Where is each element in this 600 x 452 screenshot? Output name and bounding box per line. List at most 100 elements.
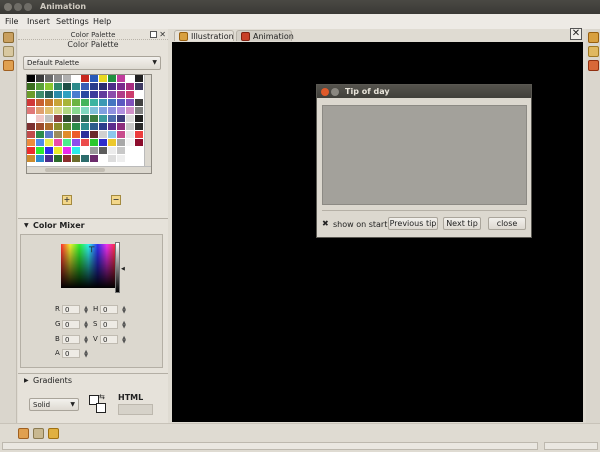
- palette-swatch[interactable]: [90, 99, 99, 107]
- palette-swatch[interactable]: [126, 99, 135, 107]
- palette-swatch[interactable]: [54, 123, 63, 131]
- hue-saturation-picker[interactable]: ┬: [61, 244, 116, 288]
- sheet-mode-icon[interactable]: [588, 60, 599, 71]
- illustration-mode-icon[interactable]: [588, 32, 599, 43]
- palette-swatch[interactable]: [108, 131, 117, 139]
- palette-swatch[interactable]: [90, 75, 99, 83]
- palette-swatch[interactable]: [63, 99, 72, 107]
- b-spinbox[interactable]: 0 ▲ ▼: [62, 335, 88, 345]
- palette-swatch[interactable]: [90, 131, 99, 139]
- palette-swatch[interactable]: [99, 155, 108, 163]
- palette-swatch[interactable]: [63, 115, 72, 123]
- palette-swatch[interactable]: [108, 115, 117, 123]
- maximize-window-button[interactable]: [24, 3, 32, 11]
- v-spinbox[interactable]: 0 ▲ ▼: [100, 335, 126, 345]
- slider-handle-icon[interactable]: ◀: [121, 266, 125, 272]
- html-color-input[interactable]: [118, 404, 153, 415]
- palette-swatch[interactable]: [117, 147, 126, 155]
- palette-swatch[interactable]: [27, 139, 36, 147]
- palette-swatch[interactable]: [90, 139, 99, 147]
- palette-swatch[interactable]: [117, 107, 126, 115]
- palette-swatch[interactable]: [99, 147, 108, 155]
- tab-animation[interactable]: Animation: [236, 30, 294, 41]
- palette-swatch[interactable]: [108, 147, 117, 155]
- palette-swatch[interactable]: [54, 147, 63, 155]
- add-color-button[interactable]: +: [62, 195, 72, 205]
- palette-swatch[interactable]: [27, 107, 36, 115]
- close-dock-icon[interactable]: ✕: [159, 30, 166, 39]
- palette-swatch[interactable]: [135, 83, 144, 91]
- palette-swatch[interactable]: [36, 83, 45, 91]
- palette-swatch-grid[interactable]: [26, 74, 152, 174]
- palette-swatch[interactable]: [135, 147, 144, 155]
- color-mixer-header[interactable]: ▼ Color Mixer: [18, 218, 168, 232]
- palette-tool-icon[interactable]: [3, 32, 14, 43]
- palette-swatch[interactable]: [90, 147, 99, 155]
- palette-swatch[interactable]: [27, 147, 36, 155]
- palette-swatch[interactable]: [135, 155, 144, 163]
- previous-tip-button[interactable]: Previous tip: [388, 217, 438, 230]
- palette-swatch[interactable]: [36, 123, 45, 131]
- palette-swatch[interactable]: [54, 91, 63, 99]
- palette-swatch[interactable]: [72, 147, 81, 155]
- palette-swatch[interactable]: [126, 155, 135, 163]
- palette-swatch[interactable]: [72, 107, 81, 115]
- palette-swatch[interactable]: [117, 115, 126, 123]
- palette-swatch[interactable]: [72, 131, 81, 139]
- palette-swatch[interactable]: [63, 131, 72, 139]
- menu-insert[interactable]: Insert: [27, 14, 50, 29]
- a-spinbox[interactable]: 0 ▲ ▼: [62, 349, 88, 359]
- show-on-start-checkbox[interactable]: ✖: [322, 219, 329, 228]
- palette-swatch[interactable]: [81, 139, 90, 147]
- palette-swatch[interactable]: [99, 99, 108, 107]
- palette-swatch[interactable]: [135, 139, 144, 147]
- palette-swatch[interactable]: [117, 123, 126, 131]
- palette-swatch[interactable]: [135, 131, 144, 139]
- palette-swatch[interactable]: [99, 139, 108, 147]
- palette-swatch[interactable]: [63, 83, 72, 91]
- palette-swatch[interactable]: [81, 75, 90, 83]
- palette-swatch[interactable]: [99, 75, 108, 83]
- pen-tool-icon[interactable]: [3, 46, 14, 57]
- palette-swatch[interactable]: [135, 75, 144, 83]
- palette-swatch[interactable]: [27, 83, 36, 91]
- menu-file[interactable]: File: [5, 14, 18, 29]
- palette-swatch[interactable]: [45, 91, 54, 99]
- menu-settings[interactable]: Settings: [56, 14, 89, 29]
- palette-swatch[interactable]: [72, 75, 81, 83]
- minimize-window-button[interactable]: [14, 3, 22, 11]
- float-dock-icon[interactable]: [150, 31, 157, 38]
- palette-swatch[interactable]: [36, 131, 45, 139]
- palette-swatch[interactable]: [54, 115, 63, 123]
- palette-swatch[interactable]: [63, 139, 72, 147]
- palette-swatch[interactable]: [27, 131, 36, 139]
- palette-swatch[interactable]: [108, 107, 117, 115]
- palette-swatch[interactable]: [117, 155, 126, 163]
- palette-swatch[interactable]: [126, 139, 135, 147]
- palette-swatch[interactable]: [135, 99, 144, 107]
- close-button[interactable]: close: [488, 217, 526, 230]
- palette-swatch[interactable]: [63, 155, 72, 163]
- palette-swatch[interactable]: [27, 75, 36, 83]
- animation-mode-icon[interactable]: [588, 46, 599, 57]
- palette-swatch[interactable]: [81, 155, 90, 163]
- palette-swatch[interactable]: [36, 147, 45, 155]
- palette-swatch[interactable]: [126, 115, 135, 123]
- palette-swatch[interactable]: [135, 107, 144, 115]
- camera-icon[interactable]: [48, 428, 59, 439]
- close-view-button[interactable]: ✕: [570, 28, 582, 40]
- palette-swatch[interactable]: [90, 123, 99, 131]
- palette-swatch[interactable]: [99, 131, 108, 139]
- palette-swatch[interactable]: [90, 155, 99, 163]
- export-icon[interactable]: [33, 428, 44, 439]
- palette-swatch[interactable]: [27, 91, 36, 99]
- palette-swatch[interactable]: [90, 107, 99, 115]
- palette-swatch[interactable]: [72, 155, 81, 163]
- palette-swatch[interactable]: [36, 75, 45, 83]
- palette-swatch[interactable]: [45, 139, 54, 147]
- palette-swatch[interactable]: [81, 91, 90, 99]
- palette-swatch[interactable]: [36, 155, 45, 163]
- palette-swatch[interactable]: [108, 83, 117, 91]
- r-spinbox[interactable]: 0 ▲ ▼: [62, 305, 88, 315]
- palette-swatch[interactable]: [126, 147, 135, 155]
